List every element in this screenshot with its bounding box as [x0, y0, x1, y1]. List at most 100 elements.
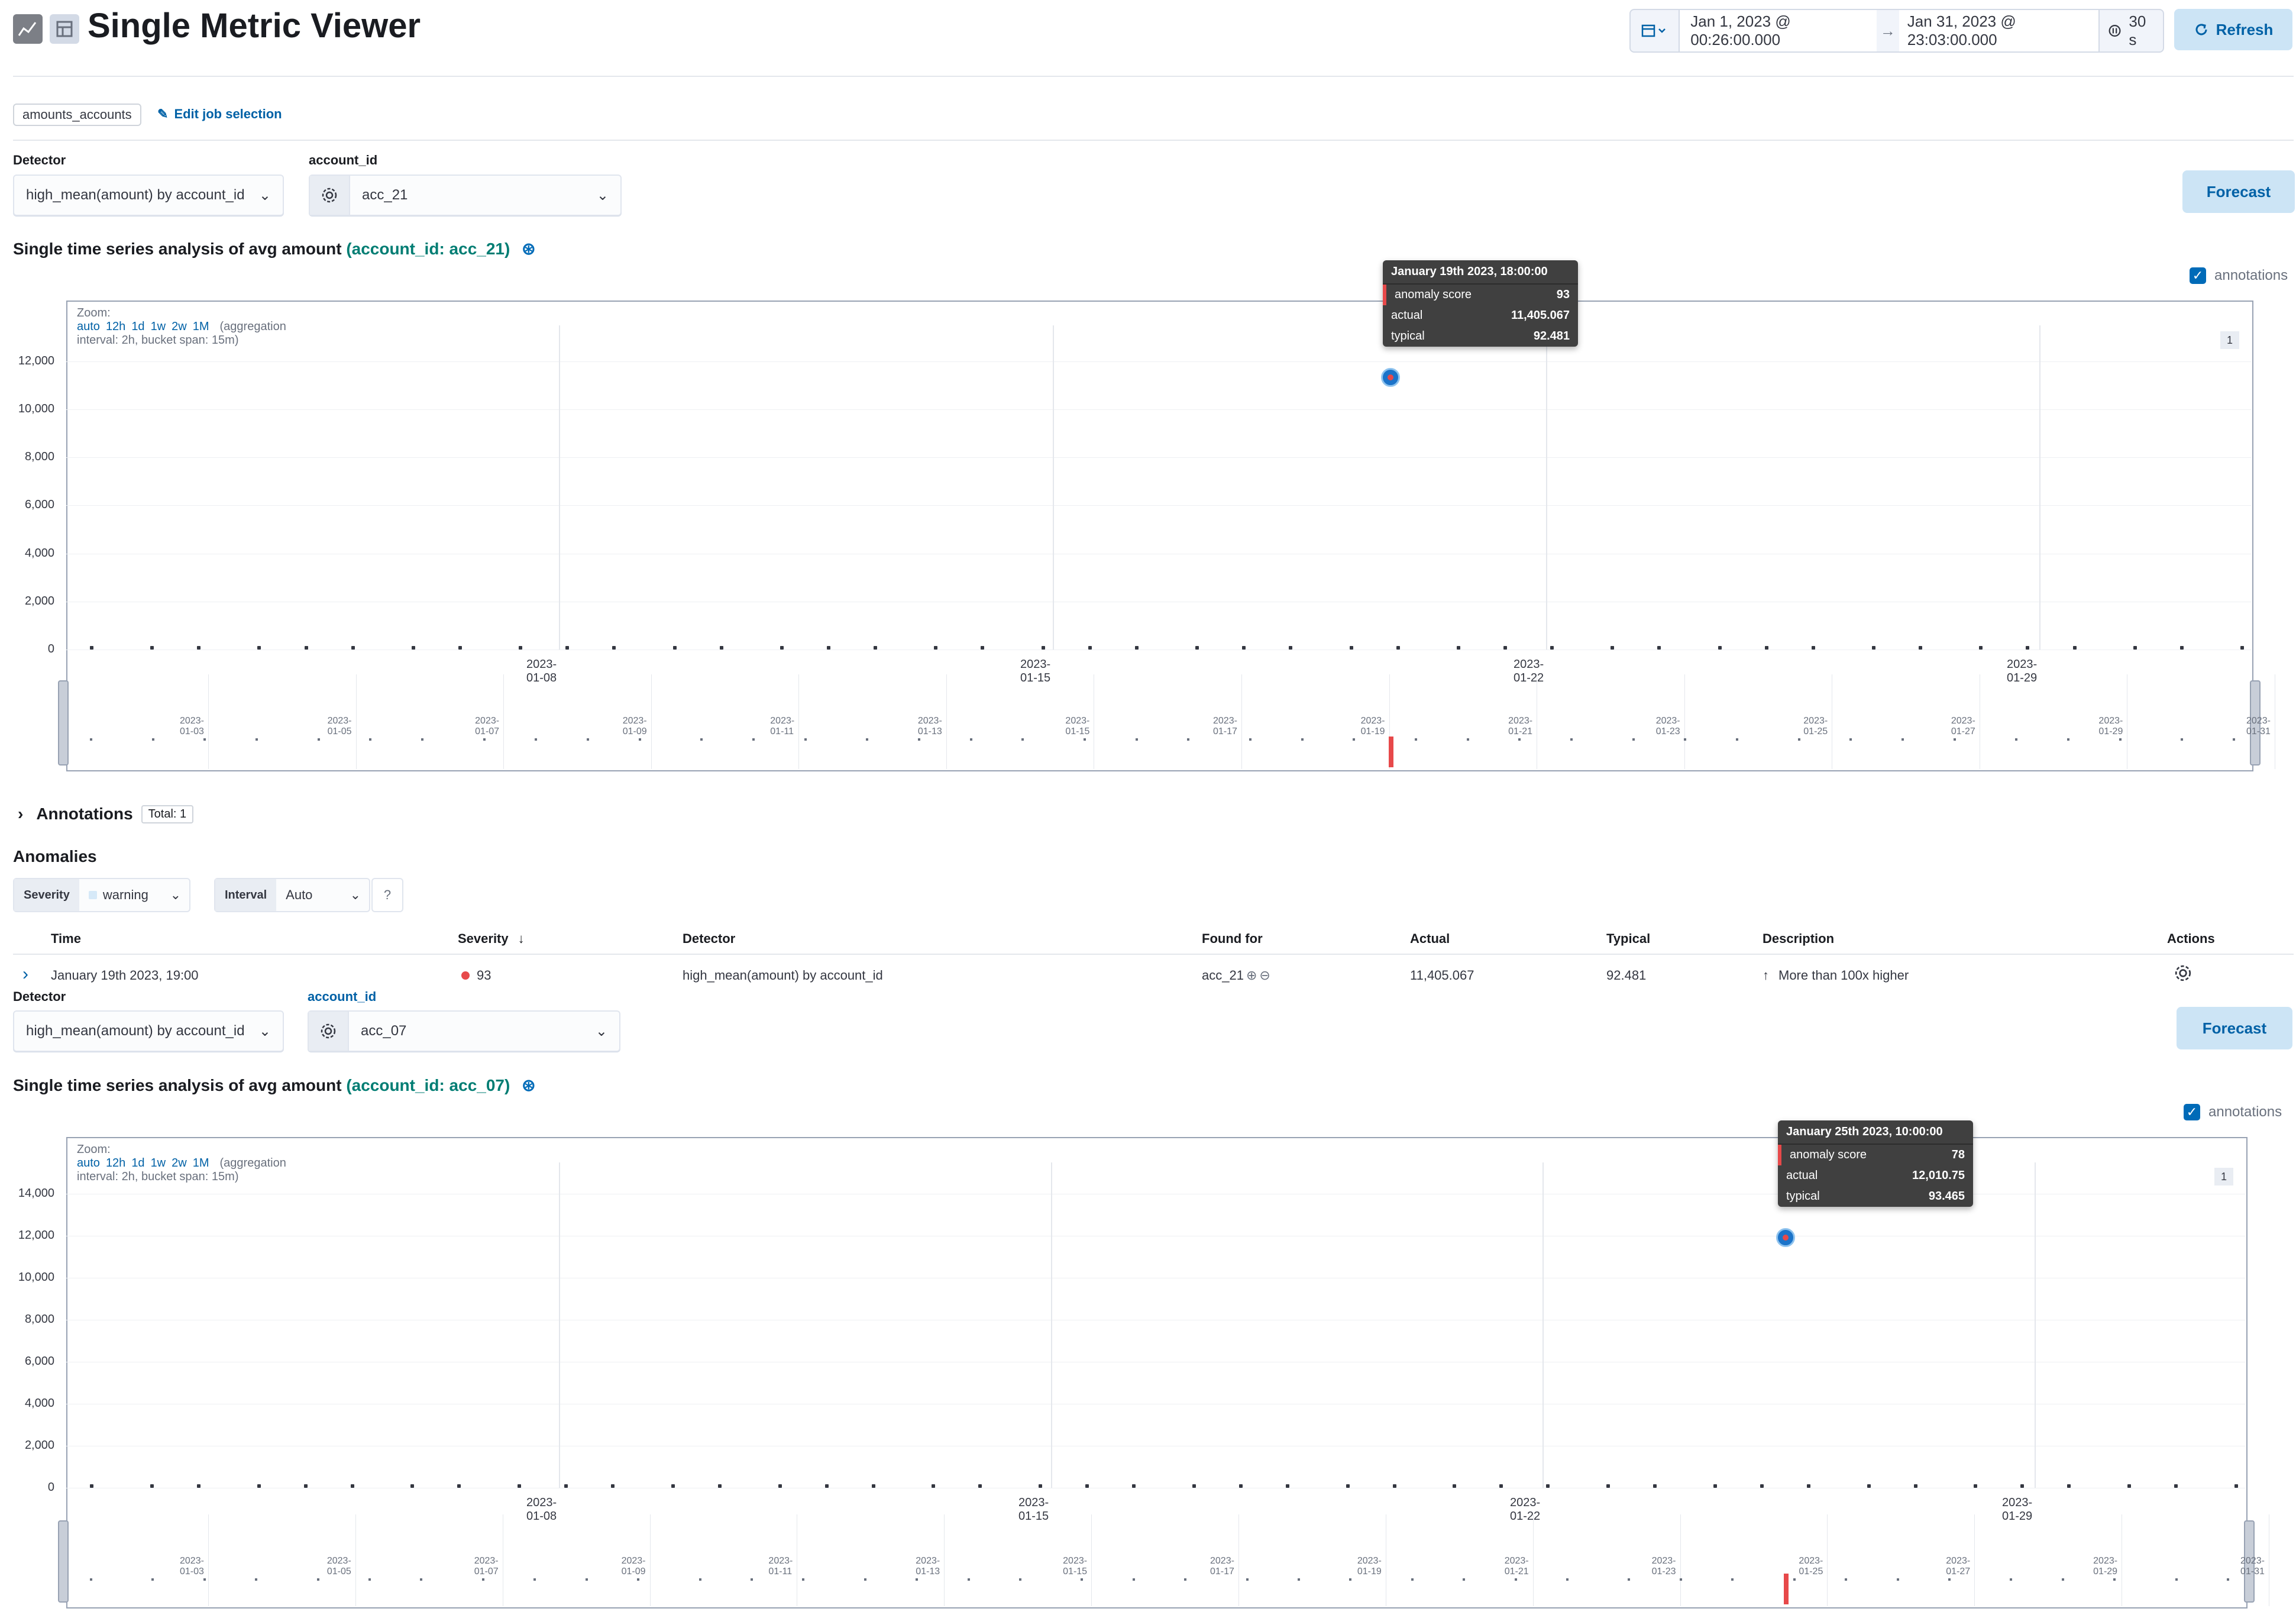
- col-description[interactable]: Description: [1763, 931, 1834, 947]
- context-point: [918, 738, 920, 741]
- gear-icon[interactable]: [310, 176, 350, 215]
- col-severity[interactable]: Severity ↓: [458, 931, 525, 947]
- context-point: [1466, 738, 1469, 741]
- context-tick-label: 2023-01-11: [770, 716, 795, 737]
- calendar-icon[interactable]: [1631, 10, 1680, 51]
- expand-row-icon[interactable]: ›: [22, 964, 28, 984]
- zoom-option-12h[interactable]: 12h: [106, 320, 125, 333]
- tooltip-header: January 25th 2023, 10:00:00: [1778, 1120, 1973, 1145]
- zoom-option-2w[interactable]: 2w: [172, 320, 187, 333]
- zoom-option-1M[interactable]: 1M: [193, 320, 209, 333]
- actions-gear-icon[interactable]: [2174, 964, 2192, 986]
- zoom-label: Zoom:: [77, 306, 111, 319]
- context-point: [1249, 738, 1252, 741]
- anomaly-marker[interactable]: [1776, 1228, 1795, 1247]
- detector-select[interactable]: high_mean(amount) by account_id ⌄: [13, 1010, 284, 1052]
- time-picker[interactable]: Jan 1, 2023 @ 00:26:00.000 → Jan 31, 202…: [1629, 9, 2164, 53]
- detector-select[interactable]: high_mean(amount) by account_id ⌄: [13, 175, 284, 216]
- y-tick-label: 10,000: [18, 402, 54, 416]
- gear-icon[interactable]: [309, 1012, 349, 1051]
- chart-icon: [13, 14, 43, 44]
- row-detector: high_mean(amount) by account_id: [683, 968, 883, 983]
- zoom-option-1M[interactable]: 1M: [193, 1157, 209, 1170]
- annotations-toggle[interactable]: ✓ annotations: [2184, 1104, 2282, 1120]
- tooltip-label: anomaly score: [1395, 288, 1472, 302]
- data-point: [1657, 646, 1661, 650]
- data-point: [1134, 646, 1139, 650]
- context-handle-left[interactable]: [58, 680, 69, 765]
- zoom-option-2w[interactable]: 2w: [172, 1157, 187, 1170]
- chevron-down-icon: ⌄: [258, 1023, 271, 1039]
- chevron-right-icon: ›: [18, 805, 24, 823]
- context-point: [90, 738, 92, 741]
- help-icon[interactable]: ⊛: [522, 1076, 535, 1094]
- tooltip-label: anomaly score: [1790, 1148, 1867, 1161]
- entity-select[interactable]: acc_07 ⌄: [308, 1010, 620, 1052]
- context-point: [638, 738, 641, 741]
- forecast-button[interactable]: Forecast: [2182, 170, 2295, 213]
- zoom-option-auto[interactable]: auto: [77, 1157, 100, 1170]
- data-point: [1396, 646, 1400, 650]
- zoom-option-1d[interactable]: 1d: [131, 320, 144, 333]
- context-handle-left[interactable]: [58, 1520, 69, 1603]
- zoom-option-1d[interactable]: 1d: [131, 1157, 144, 1170]
- context-point: [481, 1578, 484, 1581]
- zoom-option-1w[interactable]: 1w: [151, 1157, 166, 1170]
- forecast-button[interactable]: Forecast: [2177, 1007, 2292, 1049]
- context-point: [585, 1578, 588, 1581]
- annotations-toggle[interactable]: ✓ annotations: [2190, 267, 2288, 284]
- severity-select[interactable]: Severity warning ⌄: [13, 878, 190, 912]
- interval-select[interactable]: Interval Auto ⌄: [214, 878, 370, 912]
- data-point: [1806, 1484, 1810, 1488]
- data-point: [1238, 1484, 1243, 1488]
- edit-job-selection-link[interactable]: ✎ Edit job selection: [157, 106, 282, 122]
- help-icon[interactable]: ?: [371, 878, 403, 912]
- y-tick-label: 10,000: [18, 1271, 54, 1284]
- zoom-option-1w[interactable]: 1w: [151, 320, 166, 333]
- data-point: [978, 1484, 982, 1488]
- tooltip-label: actual: [1786, 1168, 1818, 1182]
- refresh-button[interactable]: Refresh: [2174, 9, 2292, 50]
- context-tick-label: 2023-01-25: [1799, 1556, 1823, 1577]
- zoom-option-auto[interactable]: auto: [77, 320, 100, 333]
- tooltip-label: actual: [1391, 309, 1423, 322]
- refresh-interval[interactable]: 30 s: [2098, 10, 2163, 51]
- col-typical[interactable]: Typical: [1606, 931, 1650, 947]
- data-point: [1867, 1484, 1871, 1488]
- tooltip-label: typical: [1786, 1189, 1820, 1203]
- context-point: [1896, 1578, 1899, 1581]
- table-icon: [50, 14, 79, 44]
- col-detector[interactable]: Detector: [683, 931, 735, 947]
- data-point: [1811, 646, 1815, 650]
- context-tick-label: 2023-01-05: [327, 716, 352, 737]
- entity-select[interactable]: acc_21 ⌄: [309, 175, 622, 216]
- annotations-accordion[interactable]: › Annotations Total: 1: [18, 805, 194, 823]
- zoom-option-12h[interactable]: 12h: [106, 1157, 125, 1170]
- context-anomaly-marker: [1389, 737, 1393, 767]
- context-point: [1135, 738, 1138, 741]
- x-tick-label: 2023-01-22: [1514, 658, 1544, 684]
- anomaly-marker[interactable]: [1381, 368, 1400, 387]
- help-icon[interactable]: ⊛: [522, 240, 535, 258]
- time-end[interactable]: Jan 31, 2023 @ 23:03:00.000: [1899, 10, 2099, 51]
- context-point: [2015, 738, 2018, 741]
- focus-chart-frame[interactable]: [66, 301, 2253, 771]
- context-point: [90, 1578, 92, 1581]
- data-point: [1503, 646, 1507, 650]
- focus-chart-frame[interactable]: [66, 1137, 2248, 1608]
- time-start[interactable]: Jan 1, 2023 @ 00:26:00.000: [1680, 10, 1877, 51]
- filter-out-icon[interactable]: ⊖: [1259, 968, 1270, 983]
- context-point: [2233, 738, 2235, 741]
- header-divider: [13, 76, 2294, 77]
- check-icon: ✓: [2190, 267, 2206, 284]
- filter-in-icon[interactable]: ⊕: [1246, 968, 1257, 983]
- anomaly-marker-core: [1388, 374, 1393, 381]
- data-point: [1718, 646, 1722, 650]
- context-point: [1731, 1578, 1734, 1581]
- data-point: [90, 1484, 93, 1488]
- data-point: [1392, 1484, 1396, 1488]
- col-time[interactable]: Time: [51, 931, 81, 947]
- col-found-for[interactable]: Found for: [1202, 931, 1263, 947]
- col-actual[interactable]: Actual: [1410, 931, 1450, 947]
- context-tick-label: 2023-01-07: [474, 1556, 499, 1577]
